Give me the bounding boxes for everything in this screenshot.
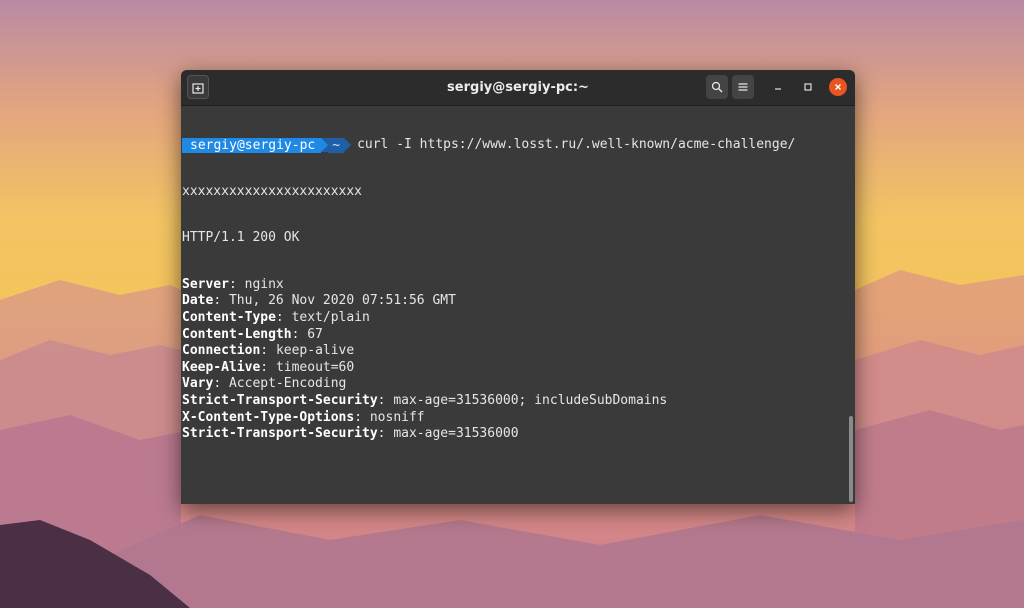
header-line: Content-Type: text/plain [182, 310, 845, 327]
header-line: X-Content-Type-Options: nosniff [182, 410, 845, 427]
header-colon: : [213, 293, 229, 309]
minimize-button[interactable] [769, 78, 787, 96]
header-name: Keep-Alive [182, 359, 261, 375]
maximize-button[interactable] [799, 78, 817, 96]
header-colon: : [260, 343, 276, 359]
header-line: Strict-Transport-Security: max-age=31536… [182, 393, 845, 410]
header-colon: : [377, 426, 394, 442]
command-text: curl -I https://www.losst.ru/.well-known… [357, 137, 796, 152]
header-name: Server [182, 276, 229, 292]
minimize-icon [775, 88, 781, 90]
close-icon [835, 84, 841, 90]
header-name: X-Content-Type-Options [182, 409, 355, 425]
header-name: Date [182, 293, 214, 309]
scrollbar[interactable] [848, 106, 855, 504]
scrollbar-thumb[interactable] [849, 416, 853, 502]
terminal-window: sergiy@sergiy-pc: ~ sergiy@sergiy-pc ~ cu… [181, 70, 855, 504]
prompt-separator-icon [321, 138, 329, 152]
maximize-icon [804, 83, 812, 91]
prompt-end-icon [344, 138, 352, 152]
header-colon: : [354, 409, 370, 425]
new-tab-icon [192, 83, 204, 94]
menu-button[interactable] [732, 75, 754, 99]
header-name: Content-Length [182, 326, 292, 342]
prompt: sergiy@sergiy-pc ~ [182, 138, 352, 153]
header-value: nginx [244, 276, 284, 292]
header-value: nosniff [369, 409, 425, 425]
header-value: max-age=31536000 [393, 426, 519, 442]
header-line: Strict-Transport-Security: max-age=31536… [182, 426, 845, 443]
prompt-user-host: sergiy@sergiy-pc [182, 138, 322, 153]
close-button[interactable] [829, 78, 847, 96]
header-value: max-age=31536000; includeSubDomains [393, 392, 668, 408]
header-colon: : [228, 276, 245, 292]
header-colon: : [213, 376, 229, 392]
header-name: Strict-Transport-Security [182, 426, 378, 442]
terminal-output[interactable]: sergiy@sergiy-pc ~ curl -I https://www.los… [181, 106, 845, 504]
header-name: Connection [182, 343, 261, 359]
header-line: Vary: Accept-Encoding [182, 376, 845, 393]
header-value: text/plain [291, 309, 370, 325]
header-value: keep-alive [275, 343, 355, 359]
header-line: Content-Length: 67 [182, 327, 845, 344]
header-value: 67 [307, 326, 323, 342]
header-colon: : [377, 392, 394, 408]
header-line: Connection: keep-alive [182, 343, 845, 360]
header-colon: : [275, 309, 292, 325]
header-colon: : [291, 326, 308, 342]
header-name: Vary [182, 376, 214, 392]
http-status-line: HTTP/1.1 200 OK [182, 230, 300, 246]
response-headers: Server: nginx Date: Thu, 26 Nov 2020 07:5… [182, 277, 845, 443]
command-wrap-line: xxxxxxxxxxxxxxxxxxxxxxx [182, 183, 363, 199]
header-value: timeout=60 [275, 359, 355, 375]
hamburger-menu-icon [738, 83, 748, 91]
header-line: Server: nginx [182, 277, 845, 294]
window-titlebar[interactable]: sergiy@sergiy-pc:~ [181, 70, 855, 106]
header-line: Date: Thu, 26 Nov 2020 07:51:56 GMT [182, 293, 845, 310]
search-icon [711, 81, 723, 93]
new-tab-button[interactable] [187, 75, 209, 99]
prompt-dir: ~ [328, 138, 345, 153]
prompt-line: sergiy@sergiy-pc ~ curl -I https://www.los… [182, 137, 845, 154]
search-button[interactable] [706, 75, 728, 99]
header-colon: : [260, 359, 276, 375]
header-name: Strict-Transport-Security [182, 392, 378, 408]
header-value: Thu, 26 Nov 2020 07:51:56 GMT [228, 293, 456, 309]
header-value: Accept-Encoding [228, 376, 347, 392]
header-line: Keep-Alive: timeout=60 [182, 360, 845, 377]
header-name: Content-Type [182, 309, 276, 325]
